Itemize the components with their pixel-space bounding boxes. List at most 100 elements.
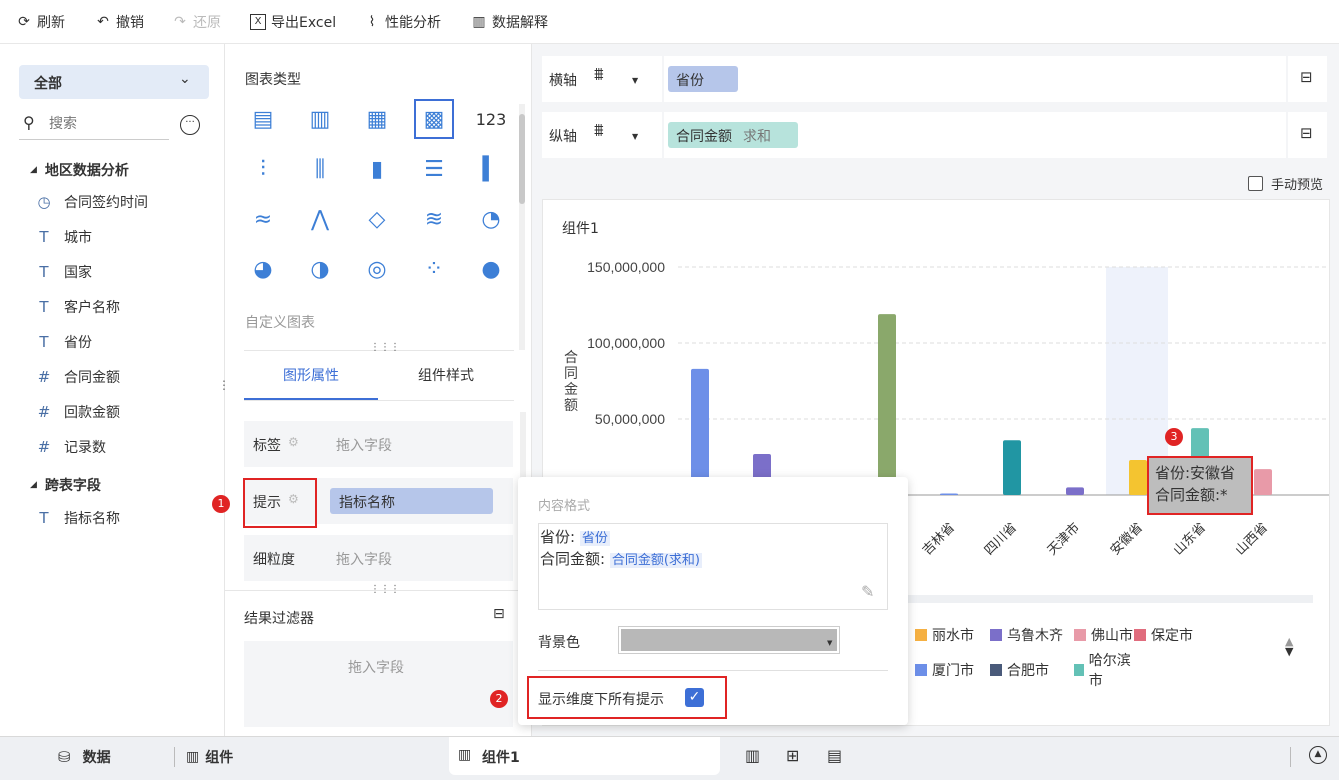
add-component-icon[interactable]: ▥ [745, 746, 760, 765]
gauge-icon[interactable]: ◔ [471, 199, 511, 239]
component-tab[interactable]: ▥ 组件 [186, 747, 233, 767]
drag-handle-icon[interactable]: ⋮⋮⋮ [370, 342, 400, 353]
bar-h-icon[interactable]: ☰ [414, 149, 454, 189]
refresh-button[interactable]: ⟳ 刷新 [16, 10, 65, 34]
data-explain-button[interactable]: ▥ 数据解释 [471, 10, 548, 34]
bar-icon[interactable]: ▮ [357, 149, 397, 189]
show-all-tips-checkbox[interactable]: ✓ [685, 688, 704, 707]
legend-item[interactable]: 厦门市 [915, 650, 990, 690]
pie-icon[interactable]: ◕ [243, 249, 283, 289]
legend-item[interactable]: 佛山市 [1074, 625, 1134, 645]
cross-table-icon[interactable]: ▥ [300, 99, 340, 139]
dot-bar-icon[interactable]: ⫶ [243, 149, 283, 189]
label-drop-zone[interactable]: 拖入字段 [336, 435, 392, 455]
field-item[interactable]: T 国家 [36, 262, 92, 282]
filter-drop-zone[interactable]: 拖入字段 [244, 641, 513, 727]
more-icon[interactable]: ··· [180, 115, 200, 135]
manual-preview[interactable]: 手动预览 [1248, 174, 1323, 193]
y-axis-label: 额 [564, 397, 578, 413]
search-box[interactable]: ⚲ [19, 110, 169, 140]
export-excel-button[interactable]: X 导出Excel [250, 10, 336, 34]
ring-icon[interactable]: ◎ [357, 249, 397, 289]
radar-icon[interactable]: ◇ [357, 199, 397, 239]
axis-settings-icon[interactable]: ⊟ [1300, 124, 1313, 142]
rose-pie-icon[interactable]: ◑ [300, 249, 340, 289]
add-report-icon[interactable]: ▤ [827, 746, 842, 765]
drag-handle-icon[interactable]: ⋮⋮⋮ [370, 584, 400, 595]
legend-item[interactable]: 乌鲁木齐 [990, 625, 1074, 645]
search-input[interactable] [49, 115, 159, 131]
grouped-bar-icon[interactable]: ⫼ [300, 149, 340, 189]
legend-pager[interactable]: ▲ ▼ [1285, 636, 1293, 657]
field-item[interactable]: ◷ 合同签约时间 [36, 192, 148, 212]
field-item[interactable]: T 城市 [36, 227, 92, 247]
tip-format-popup: 内容格式 省份: 省份 合同金额: 合同金额(求和) ✎ 背景色 ▼ 显示维度下… [518, 477, 908, 725]
granularity-row: 细粒度 拖入字段 [244, 535, 513, 581]
content-format-editor[interactable]: 省份: 省份 合同金额: 合同金额(求和) ✎ [538, 523, 888, 610]
group-header-region[interactable]: ◢ 地区数据分析 [30, 160, 129, 180]
data-tab[interactable]: ⛁ 数据 [58, 747, 111, 767]
field-item-cross[interactable]: T 指标名称 [36, 508, 120, 528]
axis-sort-icon[interactable]: ⩩ [594, 120, 604, 141]
bar[interactable] [1254, 469, 1272, 495]
legend-item[interactable]: 保定市 [1134, 625, 1204, 645]
dropdown-icon: ▼ [827, 639, 833, 647]
gear-icon[interactable]: ⚙ [288, 435, 299, 449]
edit-icon[interactable]: ✎ [861, 582, 874, 601]
bar[interactable] [1129, 460, 1147, 495]
line-icon[interactable]: ≈ [243, 199, 283, 239]
field-item[interactable]: # 合同金额 [36, 367, 120, 387]
undo-button[interactable]: ↶ 撤销 [95, 10, 144, 34]
y-tick-label: 150,000,000 [587, 259, 665, 275]
dropdown-icon[interactable]: ▼ [632, 76, 638, 85]
detail-table-icon[interactable]: ▦ [357, 99, 397, 139]
table-icon[interactable]: ▤ [243, 99, 283, 139]
axis-sort-icon[interactable]: ⩩ [594, 64, 604, 85]
manual-preview-checkbox[interactable] [1248, 176, 1263, 191]
y-tick-label: 100,000,000 [587, 335, 665, 351]
database-icon: ⛁ [58, 748, 71, 766]
granularity-drop-zone[interactable]: 拖入字段 [336, 549, 392, 569]
add-dashboard-icon[interactable]: ⊞ [786, 746, 799, 765]
field-item[interactable]: # 记录数 [36, 437, 106, 457]
bubble-icon[interactable]: ● [471, 249, 511, 289]
legend-item[interactable]: 丽水市 [915, 625, 990, 645]
dataset-dropdown[interactable]: 全部 ⌄ [19, 65, 209, 99]
kpi-icon[interactable]: 123 [471, 99, 511, 139]
bar[interactable] [878, 314, 896, 495]
tab-graph-attributes[interactable]: 图形属性 [244, 360, 378, 400]
chart-grid-icon[interactable]: ▩ [414, 99, 454, 139]
chart-icon: ▥ [458, 747, 472, 763]
performance-analysis-button[interactable]: ⌇ 性能分析 [364, 10, 441, 34]
group-header-cross[interactable]: ◢ 跨表字段 [30, 475, 101, 495]
scrollbar[interactable] [519, 104, 525, 350]
tab-component-style[interactable]: 组件样式 [378, 360, 514, 400]
y-axis-label: 金 [564, 381, 578, 397]
x-field-chip[interactable]: 省份 [668, 66, 738, 92]
legend-item[interactable]: 哈尔滨市 [1074, 650, 1134, 690]
field-item[interactable]: T 省份 [36, 332, 92, 352]
field-item[interactable]: # 回款金额 [36, 402, 120, 422]
field-tag[interactable]: 省份 [579, 531, 610, 546]
waterfall-icon[interactable]: ▍ [471, 149, 511, 189]
collapse-up-icon[interactable]: ▲ [1309, 746, 1327, 764]
dropdown-icon[interactable]: ▼ [632, 132, 638, 141]
filter-settings-icon[interactable]: ⊟ [493, 606, 505, 622]
y-field-chip[interactable]: 合同金额 求和 [668, 122, 798, 148]
bar[interactable] [1003, 440, 1021, 495]
field-tag[interactable]: 合同金额(求和) [609, 553, 702, 568]
redo-button[interactable]: ↷ 还原 [172, 10, 221, 34]
tip-field-chip[interactable]: 指标名称 [330, 488, 493, 514]
tab-component1[interactable]: ▥ 组件1 [449, 737, 720, 775]
explain-icon: ▥ [472, 14, 486, 30]
bar[interactable] [940, 493, 958, 495]
field-item[interactable]: T 客户名称 [36, 297, 120, 317]
area-icon[interactable]: ≋ [414, 199, 454, 239]
background-color-select[interactable]: ▼ [618, 626, 840, 654]
legend-item[interactable]: 合肥市 [990, 650, 1074, 690]
bar[interactable] [1066, 487, 1084, 495]
scatter-icon[interactable]: ⁘ [414, 249, 454, 289]
axis-settings-icon[interactable]: ⊟ [1300, 68, 1313, 86]
text-icon: T [39, 228, 49, 246]
radar-line-icon[interactable]: ⋀ [300, 199, 340, 239]
